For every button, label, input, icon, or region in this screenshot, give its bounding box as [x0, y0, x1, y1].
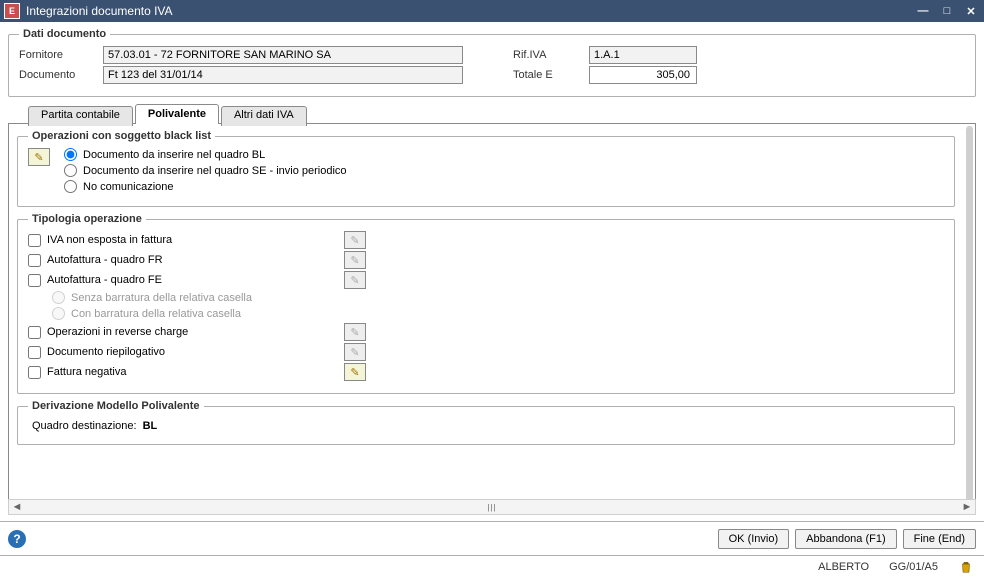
reverse-charge-edit-button[interactable]: ✎ [344, 323, 366, 341]
iva-non-esposta-label: IVA non esposta in fattura [47, 234, 172, 246]
reverse-charge-label: Operazioni in reverse charge [47, 326, 188, 338]
blacklist-radio-se[interactable]: Documento da inserire nel quadro SE - in… [64, 164, 347, 177]
documento-value: Ft 123 del 31/01/14 [103, 66, 463, 84]
tipologia-legend: Tipologia operazione [28, 213, 146, 225]
blacklist-radio-no[interactable]: No comunicazione [64, 180, 347, 193]
app-icon: E [4, 3, 20, 19]
autofattura-fe-checkbox[interactable] [28, 274, 41, 287]
documento-label: Documento [19, 69, 97, 81]
negativa-label: Fattura negativa [47, 366, 127, 378]
scrollbar-thumb[interactable] [967, 127, 972, 509]
blacklist-radio-bl-input[interactable] [64, 148, 77, 161]
autofattura-fe-edit-button[interactable]: ✎ [344, 271, 366, 289]
close-button[interactable]: ✕ [962, 4, 980, 18]
scroll-right-arrow-icon[interactable]: ► [959, 500, 975, 514]
window-title: Integrazioni documento IVA [26, 4, 914, 18]
blacklist-radio-bl-label: Documento da inserire nel quadro BL [83, 149, 265, 161]
content-area: Dati documento Fornitore 57.03.01 - 72 F… [0, 22, 984, 521]
con-barratura-radio-input [52, 307, 65, 320]
iva-non-esposta-edit-button[interactable]: ✎ [344, 231, 366, 249]
status-session: GG/01/A5 [889, 561, 938, 573]
senza-barratura-label: Senza barratura della relativa casella [71, 292, 252, 304]
riepilogativo-label: Documento riepilogativo [47, 346, 165, 358]
autofattura-fr-label: Autofattura - quadro FR [47, 254, 163, 266]
autofattura-fr-checkbox[interactable] [28, 254, 41, 267]
trash-button[interactable] [958, 559, 974, 575]
autofattura-fr-edit-button[interactable]: ✎ [344, 251, 366, 269]
dati-documento-group: Dati documento Fornitore 57.03.01 - 72 F… [8, 28, 976, 97]
fornitore-label: Fornitore [19, 49, 97, 61]
pencil-icon: ✎ [350, 274, 359, 287]
fornitore-value: 57.03.01 - 72 FORNITORE SAN MARINO SA [103, 46, 463, 64]
derivazione-legend: Derivazione Modello Polivalente [28, 400, 204, 412]
riepilogativo-checkbox[interactable] [28, 346, 41, 359]
pencil-icon: ✎ [34, 151, 43, 164]
minimize-button[interactable]: — [914, 4, 932, 18]
riepilogativo-edit-button[interactable]: ✎ [344, 343, 366, 361]
pencil-icon: ✎ [350, 366, 359, 379]
reverse-charge-checkbox[interactable] [28, 326, 41, 339]
senza-barratura-radio: Senza barratura della relativa casella [52, 291, 944, 304]
blacklist-legend: Operazioni con soggetto black list [28, 130, 215, 142]
negativa-edit-button[interactable]: ✎ [344, 363, 366, 381]
footer-toolbar: ? OK (Invio) Abbandona (F1) Fine (End) [0, 521, 984, 555]
horizontal-scrollbar[interactable]: ◄ ||| ► [8, 499, 976, 515]
abbandona-button[interactable]: Abbandona (F1) [795, 529, 897, 549]
tab-body-polivalente: Operazioni con soggetto black list ✎ Doc… [8, 123, 976, 513]
negativa-checkbox[interactable] [28, 366, 41, 379]
fine-button[interactable]: Fine (End) [903, 529, 976, 549]
maximize-button[interactable]: □ [938, 4, 956, 18]
blacklist-radio-se-input[interactable] [64, 164, 77, 177]
destinazione-value: BL [143, 420, 158, 432]
status-user: ALBERTO [818, 561, 869, 573]
ok-button[interactable]: OK (Invio) [718, 529, 790, 549]
tipologia-group: Tipologia operazione IVA non esposta in … [17, 213, 955, 394]
pencil-icon: ✎ [350, 234, 359, 247]
blacklist-radio-bl[interactable]: Documento da inserire nel quadro BL [64, 148, 347, 161]
rif-iva-value: 1.A.1 [589, 46, 697, 64]
totale-label: Totale E [513, 69, 583, 81]
titlebar: E Integrazioni documento IVA — □ ✕ [0, 0, 984, 22]
blacklist-edit-button[interactable]: ✎ [28, 148, 50, 166]
iva-non-esposta-checkbox[interactable] [28, 234, 41, 247]
tabs-container: Partita contabile Polivalente Altri dati… [8, 103, 976, 513]
blacklist-radio-no-label: No comunicazione [83, 181, 174, 193]
totale-value: 305,00 [589, 66, 697, 84]
pencil-icon: ✎ [350, 326, 359, 339]
tab-partita-contabile[interactable]: Partita contabile [28, 106, 133, 126]
con-barratura-label: Con barratura della relativa casella [71, 308, 241, 320]
pencil-icon: ✎ [350, 254, 359, 267]
senza-barratura-radio-input [52, 291, 65, 304]
tab-altri-dati-iva[interactable]: Altri dati IVA [221, 106, 307, 126]
autofattura-fe-label: Autofattura - quadro FE [47, 274, 162, 286]
dati-documento-legend: Dati documento [19, 28, 110, 40]
destinazione-label: Quadro destinazione: [32, 420, 137, 432]
vertical-scrollbar[interactable] [966, 126, 973, 510]
statusbar: ALBERTO GG/01/A5 [0, 555, 984, 577]
trash-icon [959, 560, 973, 574]
rif-iva-label: Rif.IVA [513, 49, 583, 61]
blacklist-radio-no-input[interactable] [64, 180, 77, 193]
pencil-icon: ✎ [350, 346, 359, 359]
tab-polivalente[interactable]: Polivalente [135, 104, 219, 124]
scroll-left-arrow-icon[interactable]: ◄ [9, 500, 25, 514]
derivazione-group: Derivazione Modello Polivalente Quadro d… [17, 400, 955, 445]
help-button[interactable]: ? [8, 530, 26, 548]
blacklist-group: Operazioni con soggetto black list ✎ Doc… [17, 130, 955, 207]
blacklist-radio-se-label: Documento da inserire nel quadro SE - in… [83, 165, 347, 177]
scroll-grip-icon[interactable]: ||| [484, 500, 500, 514]
con-barratura-radio: Con barratura della relativa casella [52, 307, 944, 320]
